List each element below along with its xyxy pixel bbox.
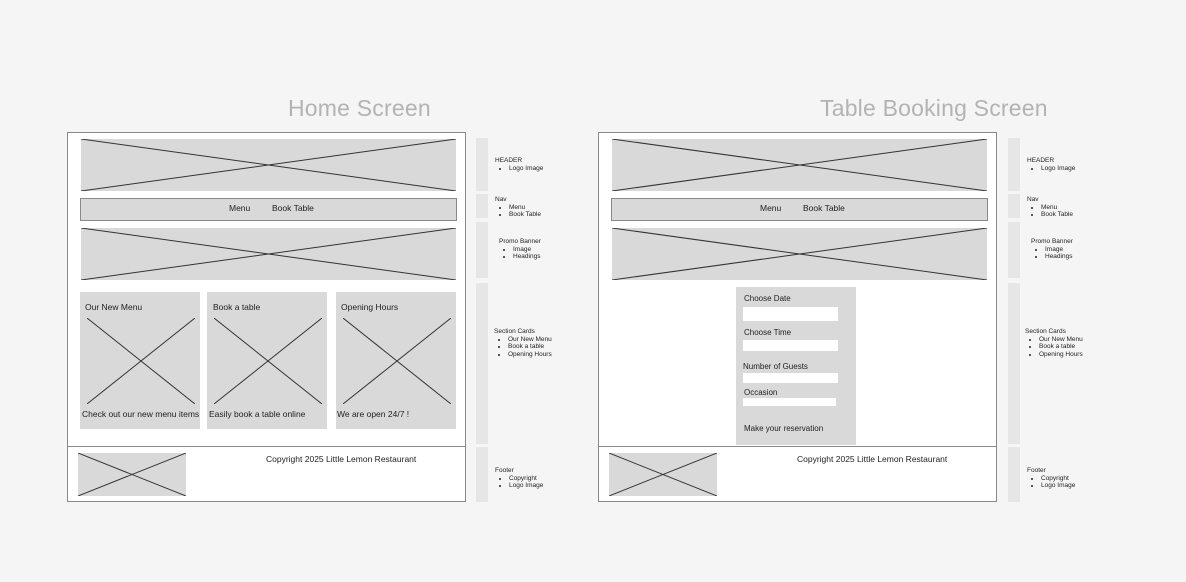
home-screen-frame: Menu Book Table Our New Menu Check out o… <box>67 132 466 502</box>
annotation-nav: Nav Menu Book Table <box>1027 196 1073 219</box>
annotation-bar-header <box>476 138 488 191</box>
date-input[interactable] <box>743 307 838 321</box>
annotation-bar-footer <box>1008 447 1020 502</box>
annotation-item: Copyright <box>509 475 543 483</box>
annotation-item: Copyright <box>1041 475 1075 483</box>
annotation-item: Logo Image <box>509 165 543 173</box>
card-image-placeholder <box>343 318 451 404</box>
make-reservation-button[interactable]: Make your reservation <box>744 424 823 433</box>
annotation-bar-nav <box>476 194 488 218</box>
annotation-title: Promo Banner <box>499 238 541 245</box>
nav-bar: Menu Book Table <box>611 198 988 221</box>
annotation-footer: Footer Copyright Logo Image <box>1027 467 1075 490</box>
booking-screen-title: Table Booking Screen <box>820 95 1048 121</box>
annotation-sections: Section Cards Our New Menu Book a table … <box>1025 328 1083 358</box>
annotation-item: Logo Image <box>1041 482 1075 490</box>
nav-menu-link[interactable]: Menu <box>760 203 781 213</box>
annotation-item: Headings <box>1045 253 1073 261</box>
annotation-item: Book Table <box>509 211 541 219</box>
choose-time-label: Choose Time <box>744 328 792 337</box>
annotation-promo: Promo Banner Image Headings <box>499 238 541 261</box>
card-title: Our New Menu <box>85 302 143 312</box>
card-text: Easily book a table online <box>209 409 306 419</box>
annotation-bar-sections <box>476 283 488 444</box>
annotation-bar-promo <box>1008 222 1020 278</box>
annotation-nav: Nav Menu Book Table <box>495 196 541 219</box>
annotation-item: Our New Menu <box>1039 336 1083 344</box>
footer-copyright: Copyright 2025 Little Lemon Restaurant <box>797 454 948 464</box>
annotation-item: Opening Hours <box>1039 351 1083 359</box>
annotation-item: Book a table <box>1039 343 1083 351</box>
promo-banner-placeholder <box>81 228 456 280</box>
annotation-item: Logo Image <box>1041 165 1075 173</box>
annotation-item: Opening Hours <box>508 351 552 359</box>
annotation-item: Headings <box>513 253 541 261</box>
annotation-bar-footer <box>476 447 488 502</box>
annotation-bar-header <box>1008 138 1020 191</box>
annotation-title: HEADER <box>495 157 523 164</box>
annotation-title: HEADER <box>1027 157 1055 164</box>
promo-banner-placeholder <box>612 228 987 280</box>
annotation-title: Footer <box>495 467 514 474</box>
card-title: Book a table <box>213 302 261 312</box>
annotation-title: Footer <box>1027 467 1046 474</box>
annotation-item: Image <box>1045 246 1073 254</box>
annotation-title: Section Cards <box>494 328 535 335</box>
home-screen-title: Home Screen <box>288 95 431 121</box>
annotation-item: Menu <box>509 204 541 212</box>
annotation-sections: Section Cards Our New Menu Book a table … <box>494 328 552 358</box>
annotation-promo: Promo Banner Image Headings <box>1031 238 1073 261</box>
nav-bar: Menu Book Table <box>80 198 457 221</box>
annotation-header: HEADER Logo Image <box>495 157 543 172</box>
nav-book-table-link[interactable]: Book Table <box>803 203 845 213</box>
annotation-title: Nav <box>1027 196 1039 203</box>
footer-logo-image-placeholder <box>609 453 717 496</box>
annotation-bar-sections <box>1008 283 1020 444</box>
footer-copyright: Copyright 2025 Little Lemon Restaurant <box>266 454 417 464</box>
booking-screen-frame: Menu Book Table Choose Date Choose Time … <box>598 132 997 502</box>
nav-book-table-link[interactable]: Book Table <box>272 203 314 213</box>
annotation-title: Section Cards <box>1025 328 1066 335</box>
annotation-item: Menu <box>1041 204 1073 212</box>
occasion-input[interactable] <box>743 398 836 406</box>
annotation-item: Book a table <box>508 343 552 351</box>
annotation-bar-promo <box>476 222 488 278</box>
guests-label: Number of Guests <box>743 362 808 371</box>
header-logo-image-placeholder <box>612 139 987 191</box>
footer-divider <box>68 446 465 447</box>
card-book-a-table[interactable]: Book a table Easily book a table online <box>207 292 327 429</box>
card-text: We are open 24/7 ! <box>337 409 410 419</box>
annotation-item: Image <box>513 246 541 254</box>
annotation-item: Logo Image <box>509 482 543 490</box>
card-image-placeholder <box>87 318 195 404</box>
footer-logo-image-placeholder <box>78 453 186 496</box>
choose-date-label: Choose Date <box>744 294 791 303</box>
header-logo-image-placeholder <box>81 139 456 191</box>
time-input[interactable] <box>743 340 838 351</box>
footer-divider <box>599 446 996 447</box>
annotation-footer: Footer Copyright Logo Image <box>495 467 543 490</box>
booking-form: Choose Date Choose Time Number of Guests… <box>736 287 856 445</box>
occasion-label: Occasion <box>744 388 778 397</box>
card-opening-hours[interactable]: Opening Hours We are open 24/7 ! <box>336 292 456 429</box>
annotation-bar-nav <box>1008 194 1020 218</box>
annotation-title: Nav <box>495 196 507 203</box>
annotation-title: Promo Banner <box>1031 238 1073 245</box>
annotation-item: Book Table <box>1041 211 1073 219</box>
annotation-item: Our New Menu <box>508 336 552 344</box>
guests-input[interactable] <box>743 373 838 383</box>
card-our-new-menu[interactable]: Our New Menu Check out our new menu item… <box>80 292 200 429</box>
card-title: Opening Hours <box>341 302 399 312</box>
nav-menu-link[interactable]: Menu <box>229 203 250 213</box>
card-image-placeholder <box>214 318 322 404</box>
card-text: Check out our new menu items <box>82 409 200 419</box>
annotation-header: HEADER Logo Image <box>1027 157 1075 172</box>
